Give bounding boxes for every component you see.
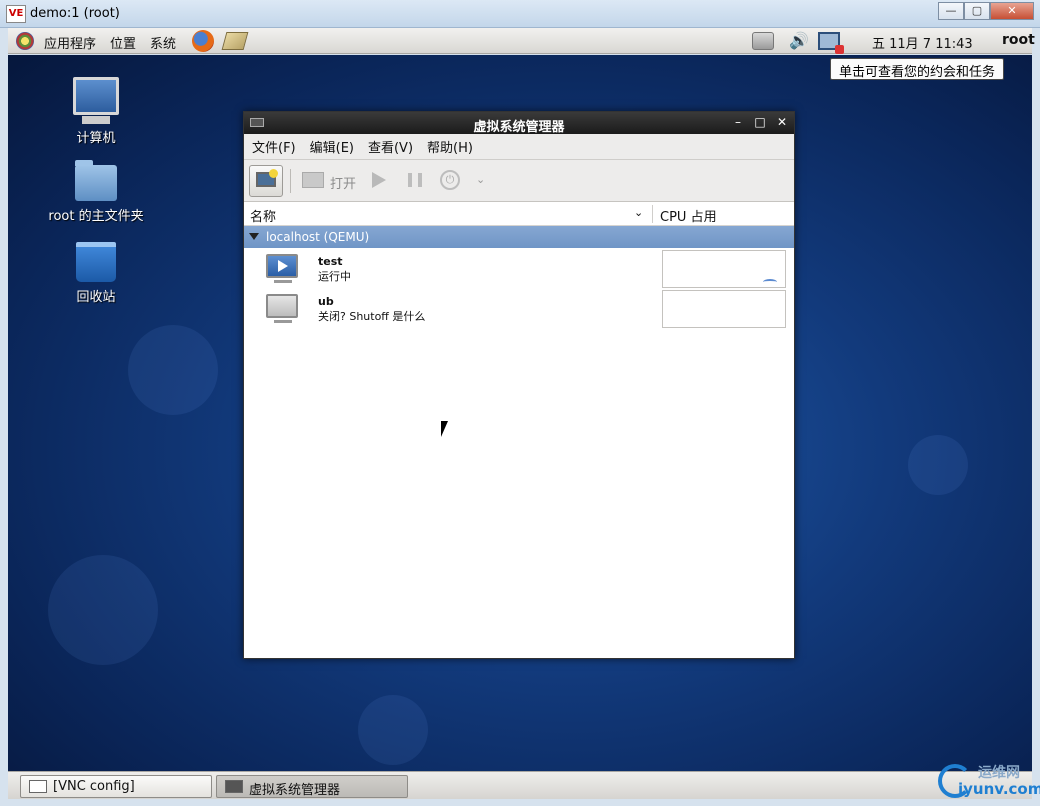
vm-name: ub: [318, 295, 334, 308]
menu-file[interactable]: 文件(F): [252, 137, 296, 156]
firefox-launcher-icon[interactable]: [192, 30, 214, 52]
trash-icon: [76, 242, 116, 282]
background-bokeh: [128, 325, 218, 415]
shutdown-icon[interactable]: ⏻: [440, 170, 460, 190]
watermark-text: 运维网: [978, 765, 1020, 781]
cpu-sparkline: [763, 279, 777, 285]
vm-name: test: [318, 255, 343, 268]
vm-row[interactable]: test 运行中: [244, 248, 794, 288]
vm-running-icon: [266, 254, 298, 278]
maximize-button[interactable]: □: [752, 114, 768, 130]
pause-icon[interactable]: [408, 173, 422, 187]
menu-places[interactable]: 位置: [110, 33, 136, 52]
virt-manager-icon: [225, 780, 243, 793]
host-label: localhost (QEMU): [266, 230, 370, 244]
menubar: 文件(F) 编辑(E) 查看(V) 帮助(H): [244, 134, 794, 160]
host-row[interactable]: localhost (QEMU): [244, 226, 794, 248]
taskbar-item-vnc-config[interactable]: [VNC config]: [20, 775, 212, 798]
gnome-top-panel: 应用程序 位置 系统 🔊 五 11月 7 11:43 root: [8, 28, 1035, 54]
applications-icon[interactable]: [16, 32, 34, 50]
list-column-header: 名称 ⌄ CPU 占用: [244, 202, 794, 226]
desktop-icon-computer[interactable]: 计算机: [41, 77, 151, 146]
computer-icon: [73, 77, 119, 124]
cpu-usage-graph: [662, 250, 786, 288]
desktop-icon-trash[interactable]: 回收站: [41, 242, 151, 305]
desktop-icon-label: 计算机: [76, 131, 116, 146]
vnc-close-button[interactable]: ✕: [990, 2, 1034, 20]
menu-help[interactable]: 帮助(H): [427, 137, 473, 156]
desktop-icon-label: root 的主文件夹: [48, 209, 144, 224]
taskbar-item-label: [VNC config]: [53, 779, 135, 794]
column-cpu[interactable]: CPU 占用: [660, 206, 717, 225]
volume-icon[interactable]: 🔊: [788, 32, 810, 50]
vnc-minimize-button[interactable]: —: [938, 2, 964, 20]
clock-tooltip: 单击可查看您的约会和任务: [830, 58, 1005, 80]
toolbar-separator: [290, 169, 291, 193]
background-bokeh: [908, 435, 968, 495]
menu-edit[interactable]: 编辑(E): [310, 137, 354, 156]
vnc-window-controls: — ▢ ✕: [938, 2, 1034, 20]
vnc-logo-icon: VE: [6, 5, 26, 23]
bottom-taskbar: [VNC config] 虚拟系统管理器: [8, 771, 1032, 799]
panel-clock[interactable]: 五 11月 7 11:43: [872, 33, 973, 52]
taskbar-item-label: 虚拟系统管理器: [249, 783, 341, 798]
open-button-label[interactable]: 打开: [330, 173, 356, 192]
notes-launcher-icon[interactable]: [221, 32, 249, 50]
menu-applications[interactable]: 应用程序: [44, 33, 96, 52]
monitor-stand: [274, 320, 292, 323]
vm-status: 关闭? Shutoff 是什么: [318, 310, 426, 323]
column-divider[interactable]: [652, 205, 653, 223]
watermark-url: iyunv.com: [958, 780, 1040, 798]
window-bottom-border: [0, 799, 1040, 806]
desktop-icon-home[interactable]: root 的主文件夹: [41, 160, 151, 224]
virt-manager-window: 虚拟系统管理器 – □ ✕ 文件(F) 编辑(E) 查看(V) 帮助(H) 打开…: [243, 111, 795, 659]
vnc-maximize-button[interactable]: ▢: [964, 2, 990, 20]
network-disconnected-icon[interactable]: [818, 32, 844, 54]
expander-icon[interactable]: [249, 233, 259, 240]
open-console-icon[interactable]: [302, 172, 324, 188]
vnc-window-title: demo:1 (root): [30, 6, 120, 21]
shutdown-dropdown-icon[interactable]: ⌄: [476, 173, 485, 186]
panel-user[interactable]: root: [1002, 32, 1035, 48]
column-name[interactable]: 名称: [250, 206, 276, 225]
cpu-usage-graph: [662, 290, 786, 328]
virt-manager-controls: – □ ✕: [730, 114, 790, 130]
menu-view[interactable]: 查看(V): [368, 137, 413, 156]
watermark-logo: 运维网 iyunv.com: [938, 762, 1040, 802]
network-tray-icon[interactable]: [752, 32, 774, 50]
home-folder-icon: [75, 160, 117, 201]
new-vm-button[interactable]: [249, 165, 283, 197]
window-icon: [29, 780, 47, 793]
vm-shutoff-icon: [266, 294, 298, 318]
desktop-icon-label: 回收站: [76, 290, 116, 305]
vnc-window-titlebar: VE demo:1 (root) — ▢ ✕: [0, 0, 1040, 28]
vm-row[interactable]: ub 关闭? Shutoff 是什么: [244, 288, 794, 328]
vm-status: 运行中: [318, 270, 351, 283]
taskbar-item-virt-manager[interactable]: 虚拟系统管理器: [216, 775, 408, 798]
column-chooser-icon[interactable]: ⌄: [634, 206, 643, 219]
monitor-stand: [274, 280, 292, 283]
minimize-button[interactable]: –: [730, 114, 746, 130]
virt-manager-titlebar[interactable]: 虚拟系统管理器 – □ ✕: [244, 112, 794, 135]
star-icon: [269, 169, 278, 178]
background-bokeh: [358, 695, 428, 765]
run-icon[interactable]: [372, 172, 386, 188]
menu-system[interactable]: 系统: [150, 33, 176, 52]
close-button[interactable]: ✕: [774, 114, 790, 130]
toolbar: 打开 ⏻ ⌄: [244, 160, 794, 202]
virt-manager-title: 虚拟系统管理器: [473, 120, 565, 135]
background-bokeh: [48, 555, 158, 665]
mouse-cursor-icon: [441, 421, 448, 437]
